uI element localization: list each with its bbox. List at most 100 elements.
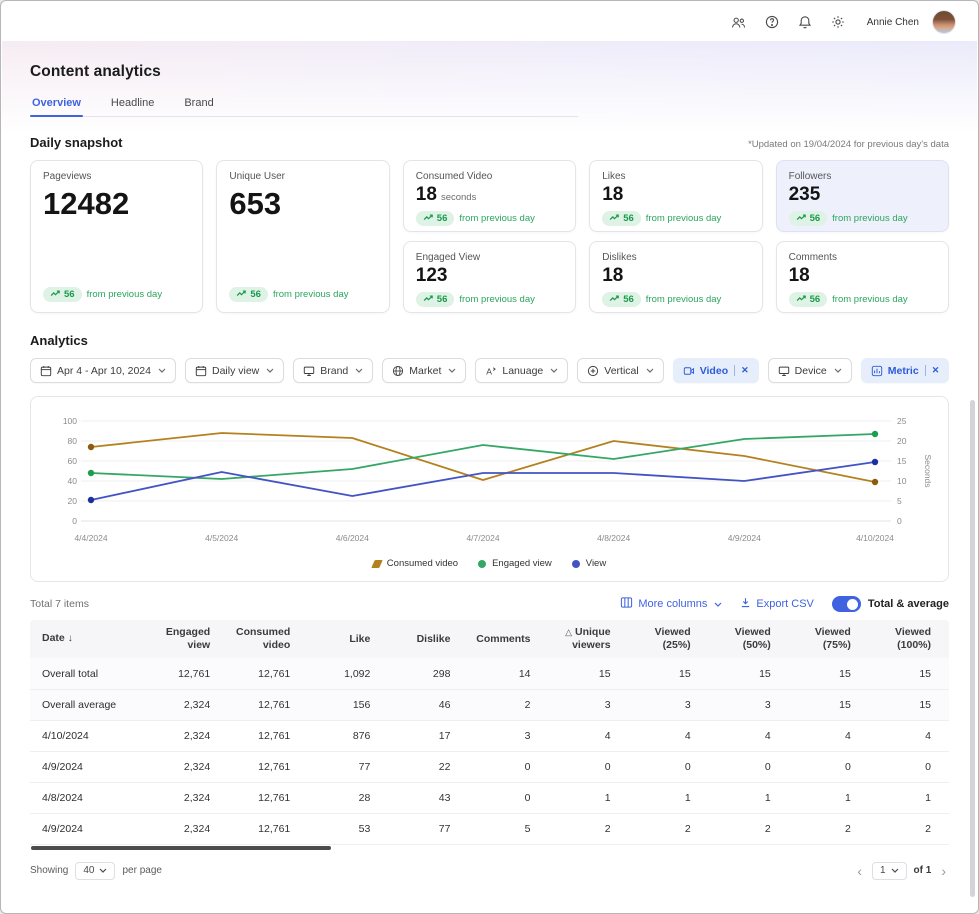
chevron-right-icon[interactable]: ›: [938, 864, 949, 878]
column-header-consumed-video[interactable]: Consumed video: [228, 620, 308, 658]
column-header-unique-viewers[interactable]: △Unique viewers: [549, 620, 629, 658]
tab-brand[interactable]: Brand: [182, 93, 215, 116]
chevron-down-icon: [891, 865, 899, 876]
table-cell: 2,324: [148, 782, 228, 813]
horizontal-scrollbar[interactable]: [31, 846, 331, 850]
delta-badge: 56: [416, 211, 455, 226]
column-header-dislike[interactable]: Dislike: [388, 620, 468, 658]
table-footer: Showing 40 per page ‹ 1 of 1 ›: [30, 862, 949, 890]
delta-badge: 56: [43, 287, 82, 302]
updated-note: *Updated on 19/04/2024 for previous day'…: [748, 139, 949, 150]
column-header-date[interactable]: Date↓: [30, 620, 148, 658]
table-row: Overall average2,32412,7611564623331515: [30, 689, 949, 720]
trend-up-icon: [423, 213, 434, 224]
chevron-down-icon: [550, 368, 558, 373]
vertical-scrollbar[interactable]: [969, 45, 976, 909]
column-label: Dislike: [417, 633, 451, 645]
table-cell: 15: [789, 689, 869, 720]
legend-item-view[interactable]: View: [572, 558, 606, 569]
column-header-viewed-75-[interactable]: Viewed (75%): [789, 620, 869, 658]
filter-chip-daily-view[interactable]: Daily view: [185, 358, 284, 383]
column-header-viewed-25-[interactable]: Viewed (25%): [629, 620, 709, 658]
tab-overview[interactable]: Overview: [30, 93, 83, 116]
svg-text:80: 80: [68, 436, 78, 446]
column-label: Date: [42, 632, 65, 644]
filter-chip-metric[interactable]: Metric ✕: [861, 358, 949, 383]
analytics-table: Date↓Engaged viewConsumed videoLike Disli…: [30, 620, 949, 845]
column-header-like[interactable]: Like: [308, 620, 388, 658]
filter-chip-device[interactable]: Device: [768, 358, 852, 383]
tab-headline[interactable]: Headline: [109, 93, 156, 116]
chevron-down-icon: [158, 368, 166, 373]
svg-text:4/5/2024: 4/5/2024: [205, 533, 238, 543]
table-header-row: Date↓Engaged viewConsumed videoLike Disli…: [30, 620, 949, 658]
table-cell: 2: [468, 689, 548, 720]
filter-chip-apr-4-apr-10-2024[interactable]: Apr 4 - Apr 10, 2024: [30, 358, 176, 383]
table-cell: 4: [789, 720, 869, 751]
kpi-card-unique-user: Unique User65356from previous day: [216, 160, 389, 313]
table-cell: 3: [629, 689, 709, 720]
more-columns-button[interactable]: More columns: [620, 596, 722, 612]
table-cell: 876: [308, 720, 388, 751]
kpi-label: Pageviews: [43, 171, 190, 182]
triangle-icon: △: [565, 627, 572, 637]
filter-chip-brand[interactable]: Brand: [293, 358, 373, 383]
filter-chip-label: Apr 4 - Apr 10, 2024: [57, 365, 151, 377]
table-cell: 1: [629, 782, 709, 813]
kpi-value: 12482: [43, 188, 190, 221]
delta-text: from previous day: [646, 213, 722, 224]
chevron-down-icon: [448, 368, 456, 373]
legend-label: Consumed video: [387, 558, 458, 569]
legend-label: View: [586, 558, 606, 569]
avatar[interactable]: [932, 10, 956, 34]
column-header-comments[interactable]: Comments: [468, 620, 548, 658]
svg-text:4/7/2024: 4/7/2024: [466, 533, 499, 543]
table-cell: 298: [388, 658, 468, 689]
column-header-viewed-100-[interactable]: Viewed (100%): [869, 620, 949, 658]
filter-chip-lanuage[interactable]: ALanuage: [475, 358, 568, 383]
filter-chip-vertical[interactable]: Vertical: [577, 358, 663, 383]
svg-text:5: 5: [897, 496, 902, 506]
table-cell: 2: [789, 813, 869, 844]
svg-text:A: A: [487, 366, 493, 376]
table-cell: 1,092: [308, 658, 388, 689]
legend-item-consumed-video[interactable]: Consumed video: [373, 558, 458, 569]
calendar-icon: [40, 365, 52, 377]
chevron-left-icon[interactable]: ‹: [854, 864, 865, 878]
table-cell: 1: [549, 782, 629, 813]
help-icon[interactable]: [760, 10, 784, 34]
vertical-scrollbar-thumb[interactable]: [970, 400, 975, 897]
table-cell: 77: [308, 751, 388, 782]
svg-text:40: 40: [68, 476, 78, 486]
table-cell: 15: [629, 658, 709, 689]
analytics-title: Analytics: [30, 333, 949, 348]
page-title: Content analytics: [30, 63, 949, 81]
legend-item-engaged-view[interactable]: Engaged view: [478, 558, 552, 569]
settings-icon[interactable]: [826, 10, 850, 34]
total-average-toggle[interactable]: [832, 596, 861, 612]
close-icon[interactable]: ✕: [932, 366, 940, 375]
filter-chip-market[interactable]: Market: [382, 358, 466, 383]
kpi-label: Consumed Video: [416, 171, 563, 182]
kpi-card-dislikes: Dislikes1856from previous day: [589, 241, 762, 313]
svg-text:4/4/2024: 4/4/2024: [74, 533, 107, 543]
contacts-icon[interactable]: [727, 10, 751, 34]
table-cell: 12,761: [148, 658, 228, 689]
table-cell: 4: [709, 720, 789, 751]
close-icon[interactable]: ✕: [741, 366, 749, 375]
column-header-engaged-view[interactable]: Engaged view: [148, 620, 228, 658]
notifications-icon[interactable]: [793, 10, 817, 34]
table-cell: 15: [709, 658, 789, 689]
page-size-select[interactable]: 40: [75, 862, 115, 880]
filter-chip-label: Metric: [888, 365, 919, 377]
table-cell: 12,761: [228, 782, 308, 813]
export-csv-button[interactable]: Export CSV: [740, 597, 813, 611]
chart-legend: Consumed video Engaged view View: [45, 554, 934, 573]
page-number-select[interactable]: 1: [872, 862, 907, 880]
table-cell: 15: [869, 658, 949, 689]
table-cell: Overall total: [30, 658, 148, 689]
delta-text: from previous day: [459, 213, 535, 224]
legend-swatch: [371, 560, 383, 568]
column-header-viewed-50-[interactable]: Viewed (50%): [709, 620, 789, 658]
filter-chip-video[interactable]: Video✕: [673, 358, 759, 383]
